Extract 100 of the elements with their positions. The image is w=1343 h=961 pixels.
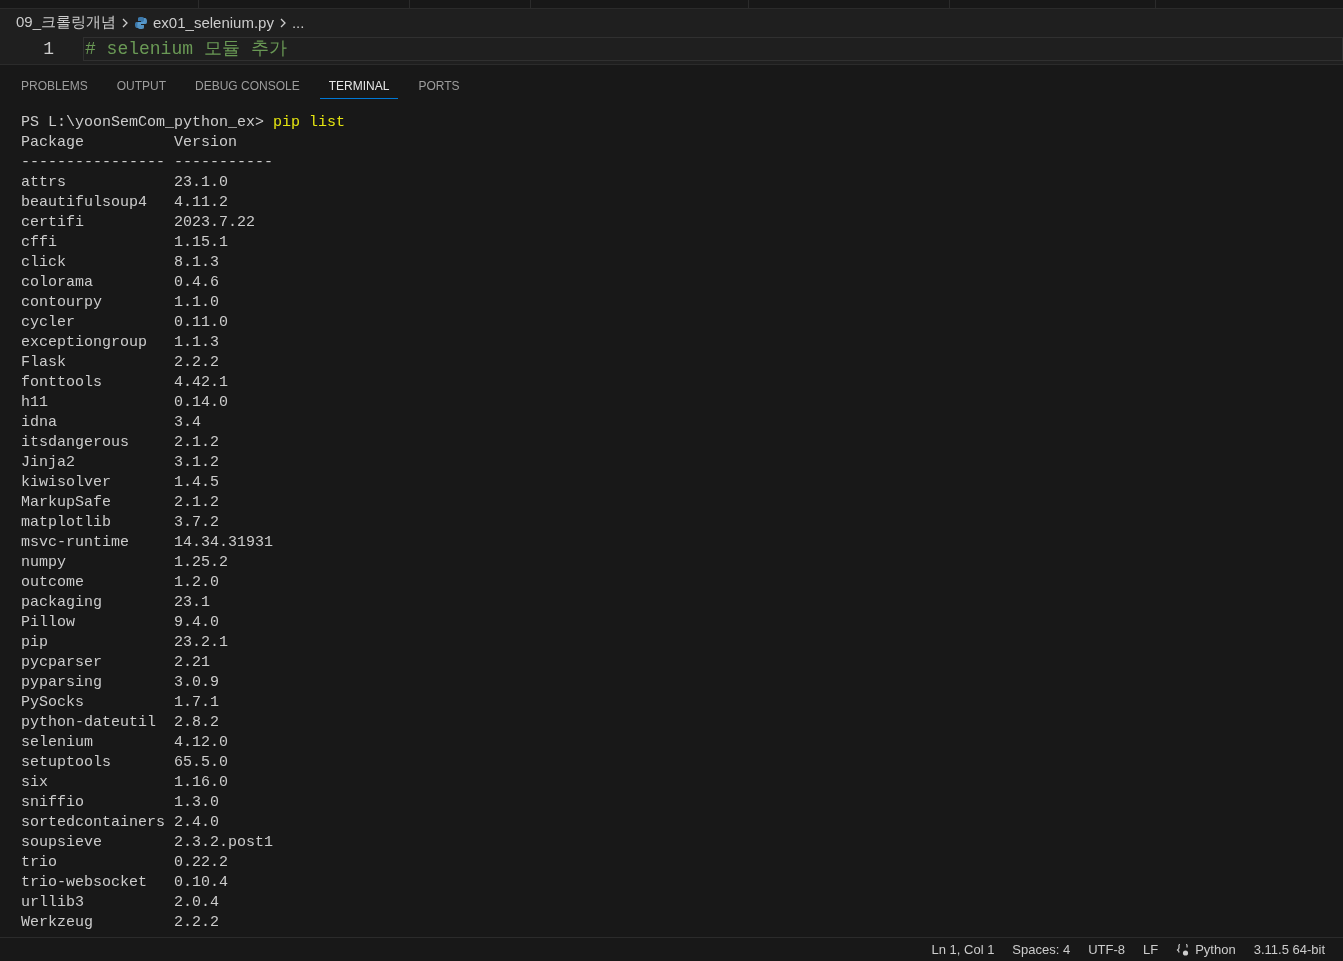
package-version: 1.4.5 [174,473,220,493]
package-name: soupsieve [21,833,103,853]
package-name: selenium [21,733,94,753]
code-comment: # selenium 모듈 추가 [83,37,1343,61]
package-name: sortedcontainers [21,813,167,833]
package-version: 1.16.0 [174,773,229,793]
package-version: 3.0.9 [174,673,220,693]
package-name: PySocks [21,693,85,713]
package-name: cffi [21,233,58,253]
package-name: trio [21,853,58,873]
package-name: Pillow [21,613,76,633]
package-version: 3.7.2 [174,513,220,533]
panel-tab[interactable]: PROBLEMS [12,73,97,99]
terminal-prompt: PS L:\yoonSemCom_python_ex> [21,113,265,133]
package-version: 3.1.2 [174,453,220,473]
package-version: 4.11.2 [174,193,229,213]
package-version: 0.11.0 [174,313,229,333]
package-version: 2.4.0 [174,813,220,833]
package-version: 2.1.2 [174,433,220,453]
status-language-label: Python [1195,942,1236,957]
panel-tab[interactable]: DEBUG CONSOLE [186,73,309,99]
package-name: fonttools [21,373,103,393]
package-version: 2023.7.22 [174,213,256,233]
package-name: setuptools [21,753,112,773]
package-name: Flask [21,353,67,373]
package-version: 8.1.3 [174,253,220,273]
package-name: trio-websocket [21,873,149,893]
package-name: itsdangerous [21,433,131,453]
panel-tab[interactable]: TERMINAL [319,73,399,99]
status-item[interactable]: Spaces: 4 [1003,942,1080,957]
package-name: cycler [21,313,76,333]
package-name: MarkupSafe [21,493,112,513]
package-version: 1.1.3 [174,333,220,353]
header-rule: ----------- [174,153,275,173]
package-version: 0.14.0 [174,393,229,413]
package-name: Werkzeug [21,913,94,933]
status-language[interactable]: Python [1167,942,1245,957]
panel-tab[interactable]: OUTPUT [107,73,176,99]
package-name: sniffio [21,793,85,813]
panel-tab[interactable]: PORTS [409,73,469,99]
chevron-icon [278,16,287,29]
package-name: numpy [21,553,67,573]
package-name: kiwisolver [21,473,112,493]
package-name: urllib3 [21,893,85,913]
package-name: pyparsing [21,673,103,693]
braces-icon [1176,942,1191,957]
package-version: 4.12.0 [174,733,229,753]
line-number: 1 [42,39,54,59]
status-item[interactable]: LF [1134,942,1168,957]
package-name: msvc-runtime [21,533,131,553]
package-version: 0.10.4 [174,873,229,893]
package-name: colorama [21,273,94,293]
package-version: 2.0.4 [174,893,220,913]
package-name: outcome [21,573,85,593]
status-item[interactable]: Ln 1, Col 1 [922,942,1004,957]
package-version: 2.3.2.post1 [174,833,275,853]
package-version: 2.1.2 [174,493,220,513]
package-name: beautifulsoup4 [21,193,149,213]
package-name: packaging [21,593,103,613]
package-version: 3.4 [174,413,202,433]
package-version: 65.5.0 [174,753,229,773]
breadcrumb-folder[interactable]: 09_크롤링개념 [16,13,117,32]
package-version: 2.2.2 [174,913,220,933]
status-item[interactable]: UTF-8 [1079,942,1135,957]
package-version: 2.2.2 [174,353,220,373]
python-file-icon [134,15,149,30]
package-version: 1.1.0 [174,293,220,313]
breadcrumb-more[interactable]: ... [291,14,305,31]
package-name: click [21,253,67,273]
package-version: 9.4.0 [174,613,220,633]
package-name: certifi [21,213,85,233]
terminal-command: pip list [273,113,346,133]
package-version: 0.22.2 [174,853,229,873]
package-version: 1.7.1 [174,693,220,713]
package-name: python-dateutil [21,713,158,733]
package-name: six [21,773,49,793]
package-version: 0.4.6 [174,273,220,293]
chevron-icon [121,16,130,29]
package-name: matplotlib [21,513,112,533]
package-name: Jinja2 [21,453,76,473]
package-name: pycparser [21,653,103,673]
package-version: 2.21 [174,653,211,673]
breadcrumb-file[interactable]: ex01_selenium.py [153,14,274,31]
column-header: Package [21,133,85,153]
package-version: 1.2.0 [174,573,220,593]
package-version: 1.15.1 [174,233,229,253]
package-version: 23.1 [174,593,211,613]
package-name: pip [21,633,49,653]
package-version: 23.2.1 [174,633,229,653]
package-version: 1.3.0 [174,793,220,813]
package-version: 2.8.2 [174,713,220,733]
package-version: 23.1.0 [174,173,229,193]
package-name: exceptiongroup [21,333,149,353]
package-version: 14.34.31931 [174,533,275,553]
status-item[interactable]: 3.11.5 64-bit [1244,942,1334,957]
package-version: 1.25.2 [174,553,229,573]
package-name: h11 [21,393,49,413]
package-name: attrs [21,173,67,193]
header-rule: ---------------- [21,153,167,173]
package-version: 4.42.1 [174,373,229,393]
